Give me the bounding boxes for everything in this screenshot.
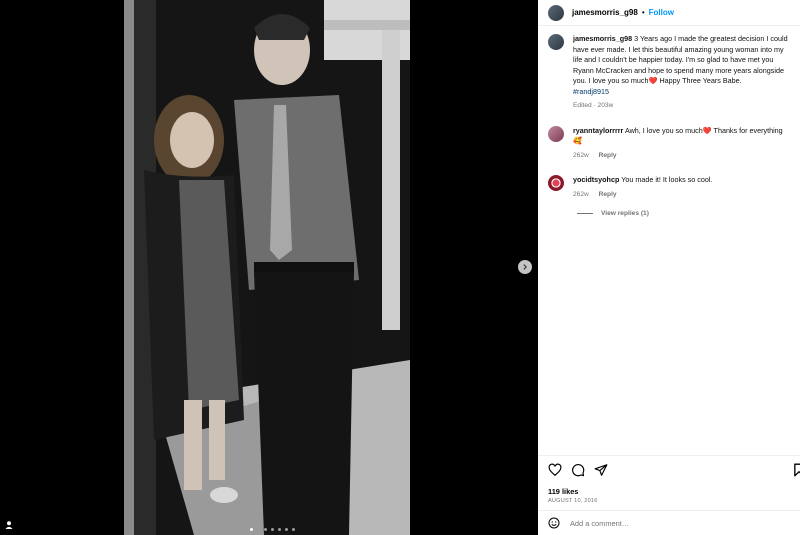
carousel-next-button[interactable] (518, 260, 532, 274)
comment-item: yocidtsyohcp You made it! It looks so co… (538, 175, 800, 200)
divider (577, 213, 593, 214)
post-date: AUGUST 10, 2016 (548, 498, 598, 504)
carousel-dot (278, 528, 281, 531)
carousel-dots (250, 528, 295, 531)
heart-emoji: ❤️ (702, 125, 712, 135)
reply-button[interactable]: Reply (599, 152, 617, 159)
action-bar (548, 461, 800, 479)
comments-list: jamesmorris_g98 3 Years ago I made the g… (538, 34, 800, 217)
comment-age: 262w (573, 190, 589, 198)
caption-meta: Edited · 203w (573, 102, 614, 109)
comment-text: Awh, I love you so much (624, 125, 703, 135)
caption-body: jamesmorris_g98 3 Years ago I made the g… (573, 34, 792, 112)
carousel-dot (292, 528, 295, 531)
reply-button[interactable]: Reply (599, 191, 617, 198)
comment-text: You made it! It looks so cool. (621, 175, 713, 184)
photo-illustration (124, 0, 410, 535)
view-replies-button[interactable]: View replies (1) (538, 210, 800, 217)
share-icon[interactable] (594, 463, 608, 477)
author-username[interactable]: jamesmorris_g98 (572, 8, 638, 17)
bookmark-icon[interactable] (794, 463, 800, 477)
caption-text-after: Happy Three Years Babe. (657, 76, 742, 85)
header-separator: • (641, 8, 645, 17)
emoji-icon[interactable] (548, 517, 560, 529)
likes-count[interactable]: 119 likes (548, 487, 578, 496)
carousel-dot (250, 528, 253, 531)
author-avatar[interactable] (548, 4, 564, 21)
follow-button[interactable]: Follow (649, 8, 674, 17)
comment-item: ryanntaylorrrrr Awh, I love you so much❤… (538, 125, 800, 162)
comment-body: ryanntaylorrrrr Awh, I love you so much❤… (573, 126, 792, 162)
add-comment-input[interactable] (570, 518, 770, 528)
post-header: jamesmorris_g98 • Follow (538, 0, 800, 26)
comment-text-after: Thanks for everything (711, 125, 783, 135)
carousel-dot (257, 528, 260, 531)
comment-icon[interactable] (571, 463, 585, 477)
commenter-username[interactable]: ryanntaylorrrrr (573, 126, 623, 135)
commenter-avatar[interactable] (548, 125, 564, 142)
divider (538, 455, 800, 456)
chevron-right-icon (523, 264, 527, 270)
post-details-panel: jamesmorris_g98 • Follow jamesmorris_g98… (538, 0, 800, 535)
media-area (0, 0, 538, 535)
caption-avatar[interactable] (548, 34, 564, 50)
instagram-post-modal: jamesmorris_g98 • Follow jamesmorris_g98… (0, 0, 800, 535)
caption-hashtag[interactable]: #randj8915 (573, 87, 609, 96)
caption-username[interactable]: jamesmorris_g98 (573, 34, 632, 43)
post-photo[interactable] (124, 0, 410, 535)
carousel-dot (285, 528, 288, 531)
heart-icon[interactable] (548, 463, 562, 477)
carousel-dot (271, 528, 274, 531)
add-comment-bar (538, 510, 800, 535)
smile-emoji: 🥰 (573, 136, 582, 145)
caption: jamesmorris_g98 3 Years ago I made the g… (538, 34, 800, 112)
user-tag-icon[interactable] (4, 520, 14, 530)
view-replies-label: View replies (1) (601, 210, 649, 217)
comment-meta: 262w Reply (573, 151, 792, 162)
commenter-username[interactable]: yocidtsyohcp (573, 175, 619, 184)
carousel-dot (264, 528, 267, 531)
comment-age: 262w (573, 151, 589, 159)
commenter-avatar[interactable] (548, 175, 564, 191)
comment-meta: 262w Reply (573, 190, 712, 201)
comment-body: yocidtsyohcp You made it! It looks so co… (573, 175, 712, 200)
